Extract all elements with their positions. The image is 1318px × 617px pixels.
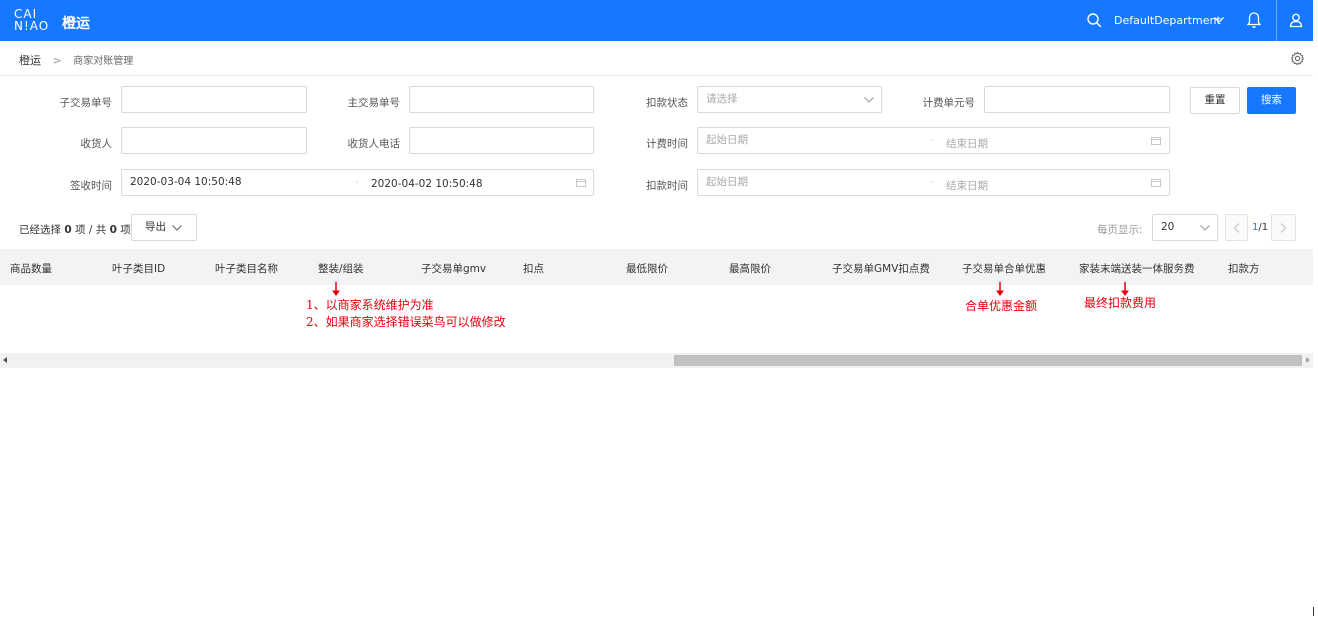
chevron-down-icon[interactable] — [863, 94, 875, 106]
scrollbar-thumb[interactable] — [674, 355, 1302, 366]
logo-line-2: N!AO — [14, 19, 50, 33]
assembly-note-line-1: 1、以商家系统维护为准 — [306, 298, 434, 312]
user-icon[interactable] — [1288, 12, 1304, 28]
scroll-right-arrow[interactable] — [1306, 357, 1310, 363]
breadcrumb-separator: > — [52, 54, 62, 67]
billing-time-start[interactable]: 起始日期 — [706, 134, 748, 146]
selected-unit: 项 / 共 — [75, 224, 107, 236]
billing-unit-no-label: 计费单元号 — [922, 97, 976, 109]
horizontal-scrollbar[interactable] — [0, 353, 1313, 368]
search-icon[interactable] — [1086, 12, 1102, 28]
prev-page-button[interactable] — [1225, 214, 1248, 241]
range-dash: - — [930, 135, 934, 146]
scroll-left-arrow[interactable] — [3, 357, 7, 363]
chevron-down-icon — [1200, 225, 1210, 231]
column-header[interactable]: 最低限价 — [626, 261, 668, 276]
billing-unit-no-input[interactable] — [984, 86, 1170, 113]
bell-icon[interactable] — [1246, 11, 1262, 29]
department-selector[interactable]: DefaultDepartment — [1114, 14, 1221, 27]
assembly-note-line-2: 2、如果商家选择错误菜鸟可以做修改 — [306, 315, 506, 329]
deduct-status-label: 扣款状态 — [646, 97, 688, 109]
deduct-time-end[interactable]: 结束日期 — [946, 178, 988, 193]
merge-discount-note: 合单优惠金额 — [965, 299, 1038, 313]
column-header[interactable]: 整装/组装 — [318, 261, 364, 276]
page-indicator: 1/1 — [1252, 222, 1268, 233]
sign-time-label: 签收时间 — [70, 180, 112, 192]
deduct-time-start[interactable]: 起始日期 — [706, 176, 748, 188]
sign-time-end[interactable]: 2020-04-02 10:50:48 — [371, 178, 483, 190]
calendar-icon — [1151, 179, 1161, 187]
main-order-no-label: 主交易单号 — [347, 97, 401, 109]
range-dash: - — [355, 177, 359, 188]
search-button[interactable]: 搜索 — [1247, 87, 1296, 114]
total-count: 0 — [109, 224, 117, 236]
chevron-down-icon — [172, 225, 182, 231]
per-page-label: 每页显示: — [1097, 224, 1143, 236]
per-page-value: 20 — [1161, 221, 1175, 233]
gear-icon[interactable] — [1290, 51, 1305, 66]
breadcrumb-divider — [0, 75, 1313, 76]
calendar-icon — [1151, 137, 1161, 145]
deduct-time-label: 扣款时间 — [646, 180, 688, 192]
export-button[interactable]: 导出 — [131, 214, 197, 241]
chevron-right-icon — [1280, 223, 1287, 233]
header-divider — [1276, 0, 1277, 41]
receiver-phone-label: 收货人电话 — [347, 138, 401, 150]
billing-time-label: 计费时间 — [646, 138, 688, 150]
column-header[interactable]: 扣款方 — [1228, 261, 1260, 276]
sub-order-no-label: 子交易单号 — [59, 97, 113, 109]
breadcrumb-current: 商家对账管理 — [73, 56, 134, 67]
main-order-no-input[interactable] — [409, 86, 594, 113]
per-page-select[interactable]: 20 — [1152, 214, 1218, 241]
receiver-input[interactable] — [121, 127, 307, 154]
column-header[interactable]: 子交易单gmv — [421, 261, 486, 276]
next-page-button[interactable] — [1271, 214, 1296, 241]
column-header[interactable]: 扣点 — [523, 261, 544, 276]
selected-prefix: 已经选择 — [19, 224, 61, 236]
range-dash: - — [930, 177, 934, 188]
annotation-arrow — [332, 282, 340, 296]
chevron-down-icon[interactable] — [1213, 14, 1225, 26]
selection-summary: 已经选择 0 项 / 共 0 项 — [19, 222, 131, 237]
table-header: 商品数量 叶子类目ID 叶子类目名称 整装/组装 子交易单gmv 扣点 最低限价… — [0, 249, 1313, 285]
sign-time-start[interactable]: 2020-03-04 10:50:48 — [130, 176, 242, 188]
page-total: /1 — [1258, 222, 1269, 233]
calendar-icon — [576, 179, 586, 187]
billing-time-end[interactable]: 结束日期 — [946, 136, 988, 151]
column-header[interactable]: 子交易单合单优惠 — [962, 261, 1046, 276]
column-header[interactable]: 家装末端送装一体服务费 — [1079, 261, 1195, 276]
column-header[interactable]: 最高限价 — [729, 261, 771, 276]
export-label: 导出 — [145, 221, 166, 233]
column-header[interactable]: 叶子类目ID — [112, 261, 165, 276]
top-header: CAI N!AO 橙运 DefaultDepartment — [0, 0, 1313, 41]
app-title[interactable]: 橙运 — [62, 13, 90, 33]
column-header[interactable]: 子交易单GMV扣点费 — [832, 261, 930, 276]
breadcrumb-root[interactable]: 橙运 — [19, 54, 41, 67]
receiver-label: 收货人 — [80, 138, 113, 150]
cainiao-logo[interactable]: CAI N!AO — [14, 8, 50, 34]
column-header[interactable]: 叶子类目名称 — [215, 261, 278, 276]
receiver-phone-input[interactable] — [409, 127, 594, 154]
page-edge-mark — [1313, 607, 1314, 616]
total-unit: 项 — [120, 224, 131, 236]
annotation-arrow — [996, 282, 1004, 296]
final-fee-note: 最终扣款费用 — [1084, 296, 1157, 310]
breadcrumb: 橙运 > 商家对账管理 — [19, 52, 133, 68]
deduct-status-select[interactable]: 请选择 — [697, 86, 882, 113]
selected-count: 0 — [64, 224, 72, 236]
chevron-left-icon — [1233, 223, 1240, 233]
reset-button[interactable]: 重置 — [1190, 87, 1240, 114]
sub-order-no-input[interactable] — [121, 86, 307, 113]
column-header[interactable]: 商品数量 — [10, 261, 52, 276]
deduct-status-placeholder: 请选择 — [706, 93, 738, 105]
